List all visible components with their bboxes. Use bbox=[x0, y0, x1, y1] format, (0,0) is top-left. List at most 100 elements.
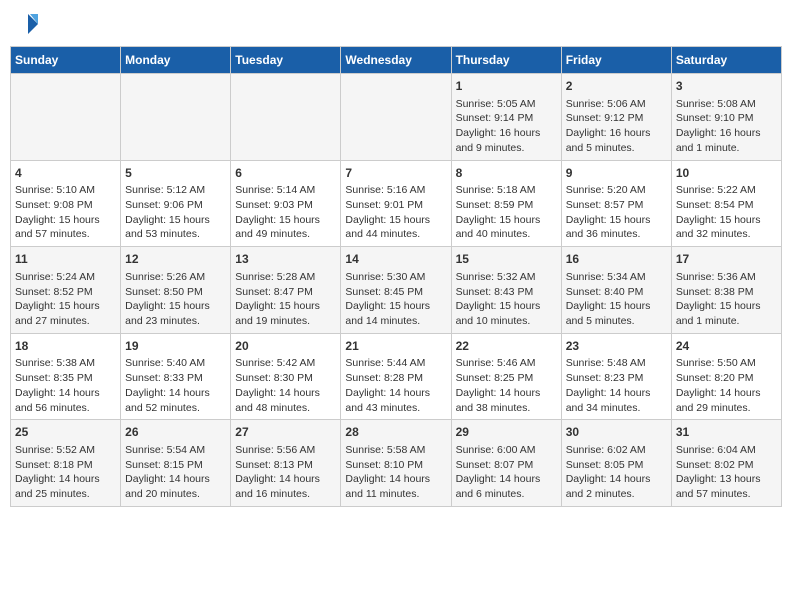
calendar-cell: 20Sunrise: 5:42 AM Sunset: 8:30 PM Dayli… bbox=[231, 333, 341, 420]
calendar-cell: 30 Sunrise: 6:02 AM Sunset: 8:05 PM Dayli… bbox=[561, 420, 671, 507]
cell-date: 31 bbox=[676, 424, 777, 441]
calendar-cell: 23Sunrise: 5:48 AM Sunset: 8:23 PM Dayli… bbox=[561, 333, 671, 420]
cell-info: Sunrise: 5:28 AM Sunset: 8:47 PM Dayligh… bbox=[235, 270, 336, 329]
cell-info: Sunrise: 5:54 AM Sunset: 8:15 PM Dayligh… bbox=[125, 443, 226, 502]
cell-date: 17 bbox=[676, 251, 777, 268]
cell-date: 25 bbox=[15, 424, 116, 441]
cell-info: Sunrise: 5:56 AM Sunset: 8:13 PM Dayligh… bbox=[235, 443, 336, 502]
day-header-tuesday: Tuesday bbox=[231, 47, 341, 74]
calendar-cell: 4Sunrise: 5:10 AM Sunset: 9:08 PM Daylig… bbox=[11, 160, 121, 247]
cell-info: Sunrise: 5:22 AM Sunset: 8:54 PM Dayligh… bbox=[676, 183, 777, 242]
calendar-cell: 27 Sunrise: 5:56 AM Sunset: 8:13 PM Dayli… bbox=[231, 420, 341, 507]
week-row-4: 18Sunrise: 5:38 AM Sunset: 8:35 PM Dayli… bbox=[11, 333, 782, 420]
calendar-cell: 29 Sunrise: 6:00 AM Sunset: 8:07 PM Dayli… bbox=[451, 420, 561, 507]
day-header-sunday: Sunday bbox=[11, 47, 121, 74]
cell-date: 14 bbox=[345, 251, 446, 268]
cell-info: Sunrise: 5:36 AM Sunset: 8:38 PM Dayligh… bbox=[676, 270, 777, 329]
cell-date: 27 bbox=[235, 424, 336, 441]
cell-info: Sunrise: 5:34 AM Sunset: 8:40 PM Dayligh… bbox=[566, 270, 667, 329]
cell-info: Sunrise: 6:00 AM Sunset: 8:07 PM Dayligh… bbox=[456, 443, 557, 502]
cell-date: 8 bbox=[456, 165, 557, 182]
calendar-cell: 14 Sunrise: 5:30 AM Sunset: 8:45 PM Dayli… bbox=[341, 247, 451, 334]
cell-info: Sunrise: 5:06 AM Sunset: 9:12 PM Dayligh… bbox=[566, 97, 667, 156]
cell-info: Sunrise: 6:02 AM Sunset: 8:05 PM Dayligh… bbox=[566, 443, 667, 502]
calendar-cell bbox=[121, 74, 231, 161]
cell-date: 26 bbox=[125, 424, 226, 441]
cell-info: Sunrise: 5:50 AM Sunset: 8:20 PM Dayligh… bbox=[676, 356, 777, 415]
cell-date: 19 bbox=[125, 338, 226, 355]
cell-info: Sunrise: 5:12 AM Sunset: 9:06 PM Dayligh… bbox=[125, 183, 226, 242]
week-row-3: 11 Sunrise: 5:24 AM Sunset: 8:52 PM Dayli… bbox=[11, 247, 782, 334]
cell-date: 11 bbox=[15, 251, 116, 268]
cell-info: Sunrise: 5:26 AM Sunset: 8:50 PM Dayligh… bbox=[125, 270, 226, 329]
cell-info: Sunrise: 5:42 AM Sunset: 8:30 PM Dayligh… bbox=[235, 356, 336, 415]
day-header-thursday: Thursday bbox=[451, 47, 561, 74]
cell-info: Sunrise: 6:04 AM Sunset: 8:02 PM Dayligh… bbox=[676, 443, 777, 502]
calendar-cell bbox=[11, 74, 121, 161]
header bbox=[10, 10, 782, 38]
cell-date: 30 bbox=[566, 424, 667, 441]
cell-date: 23 bbox=[566, 338, 667, 355]
calendar-cell: 7Sunrise: 5:16 AM Sunset: 9:01 PM Daylig… bbox=[341, 160, 451, 247]
day-header-monday: Monday bbox=[121, 47, 231, 74]
calendar-cell: 21Sunrise: 5:44 AM Sunset: 8:28 PM Dayli… bbox=[341, 333, 451, 420]
week-row-2: 4Sunrise: 5:10 AM Sunset: 9:08 PM Daylig… bbox=[11, 160, 782, 247]
cell-date: 10 bbox=[676, 165, 777, 182]
calendar-cell: 3Sunrise: 5:08 AM Sunset: 9:10 PM Daylig… bbox=[671, 74, 781, 161]
cell-info: Sunrise: 5:05 AM Sunset: 9:14 PM Dayligh… bbox=[456, 97, 557, 156]
day-header-wednesday: Wednesday bbox=[341, 47, 451, 74]
cell-date: 28 bbox=[345, 424, 446, 441]
cell-date: 16 bbox=[566, 251, 667, 268]
calendar-cell: 10Sunrise: 5:22 AM Sunset: 8:54 PM Dayli… bbox=[671, 160, 781, 247]
cell-info: Sunrise: 5:46 AM Sunset: 8:25 PM Dayligh… bbox=[456, 356, 557, 415]
calendar-cell: 5Sunrise: 5:12 AM Sunset: 9:06 PM Daylig… bbox=[121, 160, 231, 247]
calendar-cell: 28Sunrise: 5:58 AM Sunset: 8:10 PM Dayli… bbox=[341, 420, 451, 507]
calendar-cell: 19Sunrise: 5:40 AM Sunset: 8:33 PM Dayli… bbox=[121, 333, 231, 420]
calendar-cell bbox=[231, 74, 341, 161]
cell-date: 13 bbox=[235, 251, 336, 268]
cell-date: 7 bbox=[345, 165, 446, 182]
cell-info: Sunrise: 5:14 AM Sunset: 9:03 PM Dayligh… bbox=[235, 183, 336, 242]
calendar-cell: 31 Sunrise: 6:04 AM Sunset: 8:02 PM Dayli… bbox=[671, 420, 781, 507]
cell-info: Sunrise: 5:32 AM Sunset: 8:43 PM Dayligh… bbox=[456, 270, 557, 329]
header-row: SundayMondayTuesdayWednesdayThursdayFrid… bbox=[11, 47, 782, 74]
calendar-cell: 13 Sunrise: 5:28 AM Sunset: 8:47 PM Dayli… bbox=[231, 247, 341, 334]
calendar-cell: 24Sunrise: 5:50 AM Sunset: 8:20 PM Dayli… bbox=[671, 333, 781, 420]
cell-info: Sunrise: 5:24 AM Sunset: 8:52 PM Dayligh… bbox=[15, 270, 116, 329]
calendar-cell: 17 Sunrise: 5:36 AM Sunset: 8:38 PM Dayli… bbox=[671, 247, 781, 334]
week-row-5: 25 Sunrise: 5:52 AM Sunset: 8:18 PM Dayli… bbox=[11, 420, 782, 507]
calendar-cell: 8Sunrise: 5:18 AM Sunset: 8:59 PM Daylig… bbox=[451, 160, 561, 247]
calendar-cell: 16 Sunrise: 5:34 AM Sunset: 8:40 PM Dayli… bbox=[561, 247, 671, 334]
cell-date: 21 bbox=[345, 338, 446, 355]
cell-info: Sunrise: 5:44 AM Sunset: 8:28 PM Dayligh… bbox=[345, 356, 446, 415]
cell-info: Sunrise: 5:48 AM Sunset: 8:23 PM Dayligh… bbox=[566, 356, 667, 415]
cell-date: 6 bbox=[235, 165, 336, 182]
cell-date: 29 bbox=[456, 424, 557, 441]
cell-date: 22 bbox=[456, 338, 557, 355]
cell-info: Sunrise: 5:18 AM Sunset: 8:59 PM Dayligh… bbox=[456, 183, 557, 242]
day-header-friday: Friday bbox=[561, 47, 671, 74]
calendar-cell bbox=[341, 74, 451, 161]
calendar-cell: 25 Sunrise: 5:52 AM Sunset: 8:18 PM Dayli… bbox=[11, 420, 121, 507]
calendar-cell: 9Sunrise: 5:20 AM Sunset: 8:57 PM Daylig… bbox=[561, 160, 671, 247]
calendar-cell: 15Sunrise: 5:32 AM Sunset: 8:43 PM Dayli… bbox=[451, 247, 561, 334]
cell-info: Sunrise: 5:30 AM Sunset: 8:45 PM Dayligh… bbox=[345, 270, 446, 329]
cell-info: Sunrise: 5:52 AM Sunset: 8:18 PM Dayligh… bbox=[15, 443, 116, 502]
logo-icon bbox=[10, 10, 38, 38]
calendar-cell: 11 Sunrise: 5:24 AM Sunset: 8:52 PM Dayli… bbox=[11, 247, 121, 334]
calendar-cell: 26 Sunrise: 5:54 AM Sunset: 8:15 PM Dayli… bbox=[121, 420, 231, 507]
week-row-1: 1 Sunrise: 5:05 AM Sunset: 9:14 PM Daylig… bbox=[11, 74, 782, 161]
cell-info: Sunrise: 5:20 AM Sunset: 8:57 PM Dayligh… bbox=[566, 183, 667, 242]
cell-date: 2 bbox=[566, 78, 667, 95]
cell-date: 5 bbox=[125, 165, 226, 182]
cell-date: 4 bbox=[15, 165, 116, 182]
calendar-cell: 12 Sunrise: 5:26 AM Sunset: 8:50 PM Dayli… bbox=[121, 247, 231, 334]
cell-date: 9 bbox=[566, 165, 667, 182]
cell-date: 18 bbox=[15, 338, 116, 355]
cell-date: 12 bbox=[125, 251, 226, 268]
day-header-saturday: Saturday bbox=[671, 47, 781, 74]
cell-date: 20 bbox=[235, 338, 336, 355]
cell-info: Sunrise: 5:38 AM Sunset: 8:35 PM Dayligh… bbox=[15, 356, 116, 415]
calendar-cell: 1 Sunrise: 5:05 AM Sunset: 9:14 PM Daylig… bbox=[451, 74, 561, 161]
cell-date: 1 bbox=[456, 78, 557, 95]
